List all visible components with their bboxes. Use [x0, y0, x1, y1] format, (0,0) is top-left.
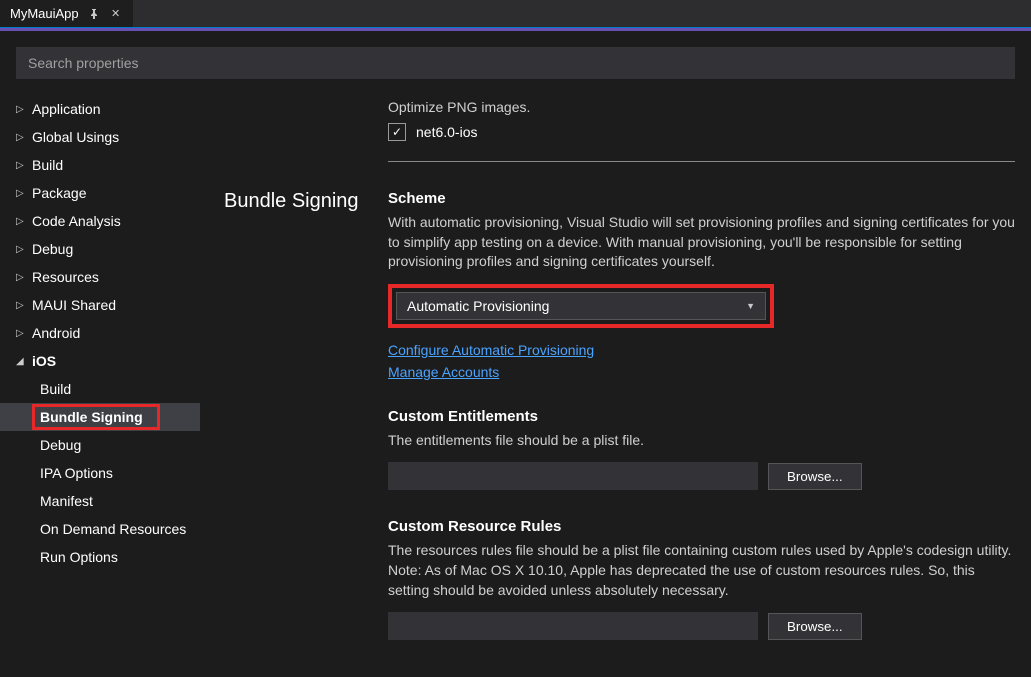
entitlements-label: Custom Entitlements — [388, 408, 1015, 425]
tab-title: MyMauiApp — [10, 6, 79, 21]
resource-rules-description: The resources rules file should be a pli… — [388, 541, 1015, 600]
sidebar-item-package[interactable]: ▷Package — [0, 179, 200, 207]
sidebar-item-ios[interactable]: ◢iOS — [0, 347, 200, 375]
scheme-dropdown-highlight: Automatic Provisioning ▼ — [388, 284, 774, 328]
chevron-right-icon: ▷ — [16, 328, 26, 339]
chevron-right-icon: ▷ — [16, 216, 26, 227]
sidebar-item-ios-build[interactable]: Build — [0, 375, 200, 403]
entitlements-input[interactable] — [388, 462, 758, 490]
document-tab[interactable]: MyMauiApp ✕ — [0, 0, 133, 27]
chevron-right-icon: ▷ — [16, 188, 26, 199]
pin-icon[interactable] — [87, 7, 101, 21]
scheme-group: Scheme With automatic provisioning, Visu… — [388, 190, 1015, 380]
net6-ios-checkbox[interactable]: ✓ — [388, 123, 406, 141]
entitlements-description: The entitlements file should be a plist … — [388, 431, 1015, 451]
sidebar-item-ios-manifest[interactable]: Manifest — [0, 487, 200, 515]
sidebar-item-global-usings[interactable]: ▷Global Usings — [0, 123, 200, 151]
sidebar: ▷Application ▷Global Usings ▷Build ▷Pack… — [0, 91, 200, 677]
net6-ios-label: net6.0-ios — [416, 124, 477, 140]
chevron-right-icon: ▷ — [16, 104, 26, 115]
sidebar-item-ios-bundle-signing[interactable]: Bundle Signing — [0, 403, 200, 431]
chevron-down-icon: ◢ — [16, 356, 26, 367]
sidebar-item-maui-shared[interactable]: ▷MAUI Shared — [0, 291, 200, 319]
sidebar-item-ios-run-options[interactable]: Run Options — [0, 543, 200, 571]
optimize-png-text: Optimize PNG images. — [388, 99, 1015, 115]
scheme-dropdown[interactable]: Automatic Provisioning ▼ — [396, 292, 766, 320]
entitlements-group: Custom Entitlements The entitlements fil… — [388, 408, 1015, 491]
scheme-dropdown-value: Automatic Provisioning — [407, 298, 549, 314]
sidebar-item-resources[interactable]: ▷Resources — [0, 263, 200, 291]
sidebar-item-application[interactable]: ▷Application — [0, 95, 200, 123]
section-divider — [388, 161, 1015, 162]
sidebar-item-code-analysis[interactable]: ▷Code Analysis — [0, 207, 200, 235]
chevron-right-icon: ▷ — [16, 272, 26, 283]
content-pane: Optimize PNG images. ✓ net6.0-ios Bundle… — [200, 91, 1031, 677]
sidebar-item-ios-ipa-options[interactable]: IPA Options — [0, 459, 200, 487]
search-container — [0, 31, 1031, 91]
sidebar-item-ios-debug[interactable]: Debug — [0, 431, 200, 459]
manage-accounts-link[interactable]: Manage Accounts — [388, 364, 1015, 380]
sidebar-item-build[interactable]: ▷Build — [0, 151, 200, 179]
resource-rules-group: Custom Resource Rules The resources rule… — [388, 518, 1015, 640]
resource-rules-label: Custom Resource Rules — [388, 518, 1015, 535]
sidebar-item-ios-on-demand-resources[interactable]: On Demand Resources — [0, 515, 200, 543]
target-framework-checkbox-row: ✓ net6.0-ios — [388, 123, 1015, 141]
chevron-right-icon: ▷ — [16, 244, 26, 255]
sidebar-item-debug[interactable]: ▷Debug — [0, 235, 200, 263]
chevron-right-icon: ▷ — [16, 132, 26, 143]
entitlements-browse-button[interactable]: Browse... — [768, 463, 862, 490]
scheme-description: With automatic provisioning, Visual Stud… — [388, 213, 1015, 272]
chevron-right-icon: ▷ — [16, 300, 26, 311]
configure-provisioning-link[interactable]: Configure Automatic Provisioning — [388, 342, 1015, 358]
search-input[interactable] — [16, 47, 1015, 79]
chevron-right-icon: ▷ — [16, 160, 26, 171]
scheme-label: Scheme — [388, 190, 1015, 207]
prev-section-title — [224, 99, 364, 182]
tab-bar: MyMauiApp ✕ — [0, 0, 1031, 28]
caret-down-icon: ▼ — [746, 301, 755, 311]
sidebar-item-android[interactable]: ▷Android — [0, 319, 200, 347]
resource-rules-browse-button[interactable]: Browse... — [768, 613, 862, 640]
section-title-bundle-signing: Bundle Signing — [224, 190, 364, 668]
resource-rules-input[interactable] — [388, 612, 758, 640]
close-icon[interactable]: ✕ — [109, 7, 123, 21]
